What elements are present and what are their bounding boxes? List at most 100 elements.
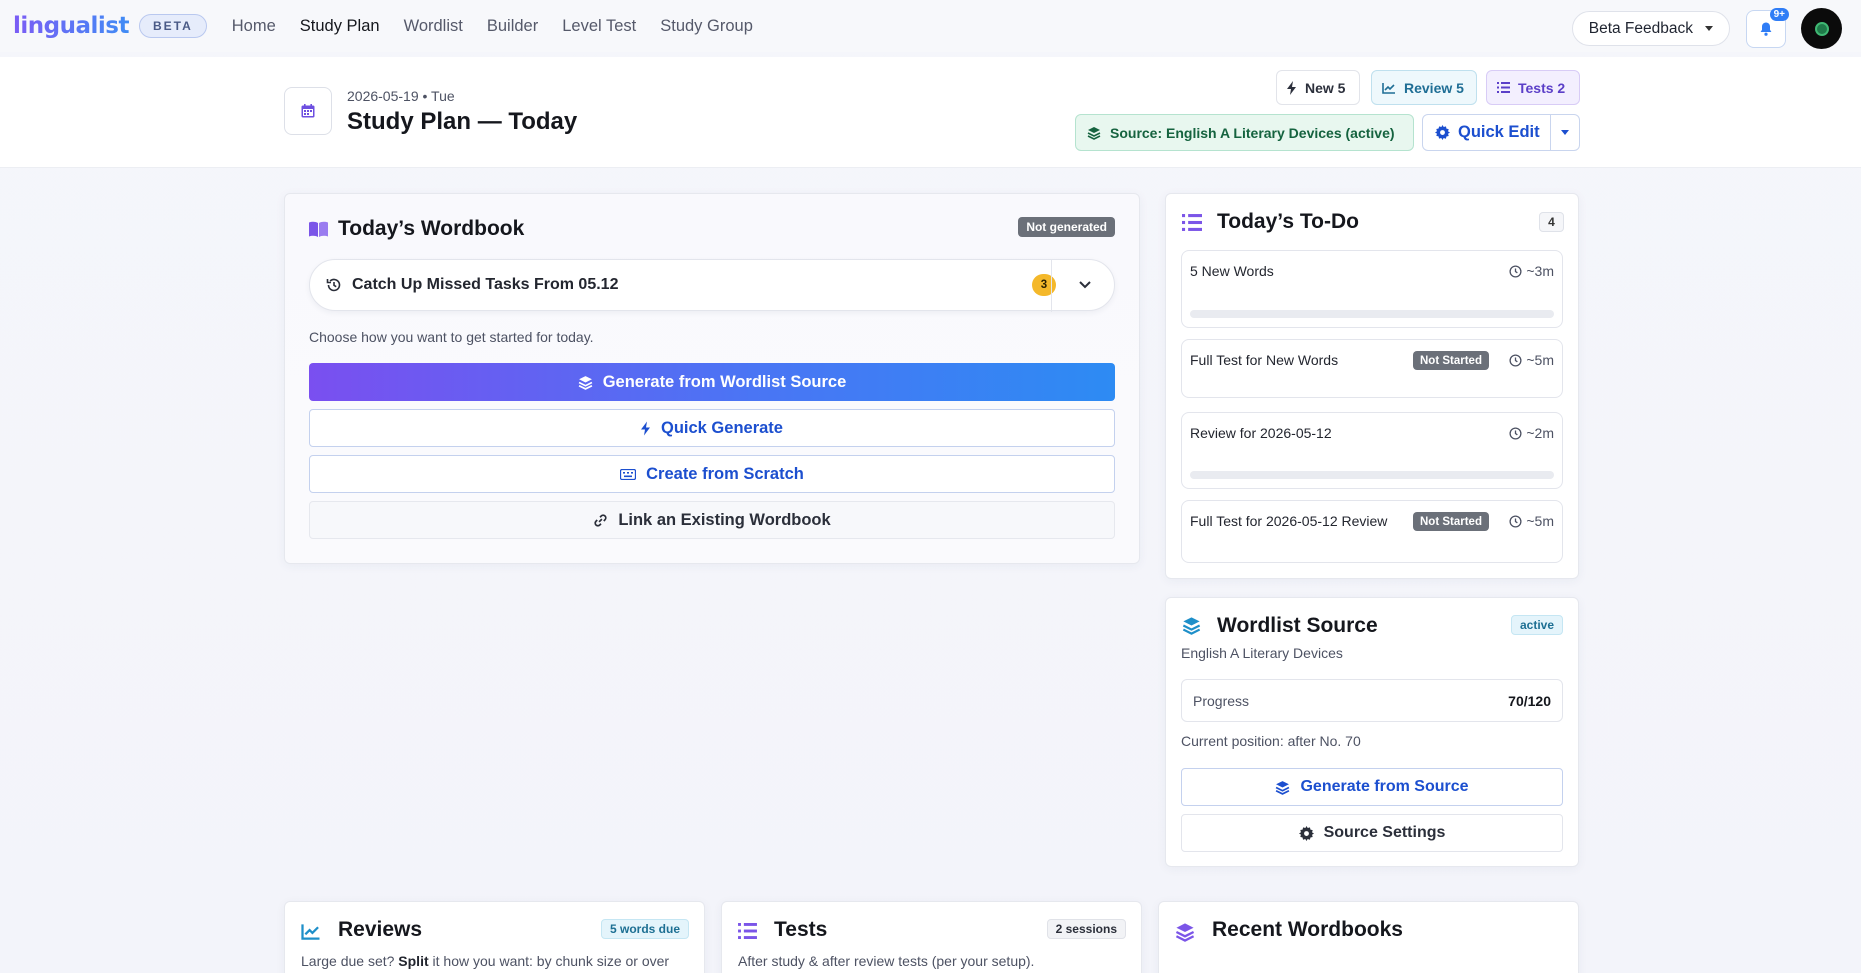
new-words-chip-label: New 5 <box>1305 79 1346 96</box>
book-open-icon <box>309 221 328 237</box>
quick-edit-split-button: Quick Edit <box>1422 114 1580 151</box>
todo-item-time-value: ~3m <box>1526 263 1554 279</box>
gear-icon <box>1298 825 1314 841</box>
tests-chip[interactable]: Tests 2 <box>1486 70 1580 105</box>
generate-from-wordlist-source-label: Generate from Wordlist Source <box>602 372 847 391</box>
todo-count-badge: 4 <box>1539 212 1564 232</box>
todo-item-label: Full Test for New Words <box>1190 352 1339 368</box>
clock-icon <box>1509 264 1522 278</box>
main-nav: Home Study Plan Wordlist Builder Level T… <box>232 17 777 36</box>
todo-item-label: Full Test for 2026-05-12 Review <box>1190 513 1388 529</box>
tests-chip-label: Tests 2 <box>1518 79 1566 96</box>
beta-badge: BETA <box>138 14 207 38</box>
reviews-subtitle-suffix: it how you want: by chunk size or over <box>428 953 670 969</box>
user-avatar[interactable] <box>1801 8 1842 49</box>
todo-item-time: ~5m <box>1509 513 1554 529</box>
reviews-title: Reviews <box>338 918 423 941</box>
todo-item-progress-bar <box>1190 471 1554 479</box>
todo-item-time-value: ~5m <box>1526 352 1554 368</box>
layers-icon <box>1087 126 1101 140</box>
todo-item-review[interactable]: Review for 2026-05-12 ~2m <box>1181 412 1563 489</box>
wordbook-status-badge: Not generated <box>1018 217 1115 237</box>
nav-wordlist[interactable]: Wordlist <box>404 17 463 36</box>
todo-item-time: ~5m <box>1509 352 1554 368</box>
source-status-badge: active <box>1510 615 1563 635</box>
nav-study-group[interactable]: Study Group <box>660 17 753 36</box>
todays-todo-card: Today’s To-Do 4 5 New Words ~3m Full Tes… <box>1165 193 1579 579</box>
todo-item-label: 5 New Words <box>1190 263 1274 279</box>
progress-value: 70/120 <box>1508 693 1551 709</box>
generate-from-source-button[interactable]: Generate from Source <box>1181 768 1563 806</box>
reviews-card: Reviews 5 words due Large due set? Split… <box>284 901 705 973</box>
current-date: 2026-05-19 • Tue <box>347 88 455 104</box>
new-words-chip[interactable]: New 5 <box>1276 70 1360 105</box>
reviews-subtitle-prefix: Large due set? <box>301 953 399 969</box>
quick-edit-label: Quick Edit <box>1458 123 1540 141</box>
keyboard-icon <box>620 468 637 480</box>
calendar-icon <box>301 104 315 118</box>
generate-from-wordlist-source-button[interactable]: Generate from Wordlist Source <box>309 363 1115 401</box>
list-icon <box>738 923 757 939</box>
todays-wordbook-card: Today’s Wordbook Not generated Catch Up … <box>284 193 1140 564</box>
todo-item-progress-bar <box>1190 310 1554 318</box>
missed-tasks-count: 3 <box>1032 274 1056 296</box>
todo-item-time-value: ~2m <box>1526 425 1554 441</box>
chevron-down-icon[interactable] <box>1078 277 1092 291</box>
todo-item-time: ~3m <box>1509 263 1554 279</box>
list-icon <box>1497 82 1510 93</box>
generate-from-source-label: Generate from Source <box>1300 778 1469 795</box>
tests-title: Tests <box>774 918 828 941</box>
nav-level-test[interactable]: Level Test <box>562 17 636 36</box>
review-chip[interactable]: Review 5 <box>1371 70 1477 105</box>
calendar-icon-box <box>284 87 332 135</box>
top-navbar: lingualist BETA Home Study Plan Wordlist… <box>0 0 1861 52</box>
nav-study-plan[interactable]: Study Plan <box>300 17 380 36</box>
source-progress-box: Progress 70/120 <box>1181 679 1563 722</box>
review-chip-label: Review 5 <box>1404 79 1464 96</box>
todo-item-new-words[interactable]: 5 New Words ~3m <box>1181 250 1563 328</box>
recent-wordbooks-title: Recent Wordbooks <box>1212 918 1403 941</box>
notifications-button[interactable]: 9+ <box>1746 7 1789 48</box>
wordbook-title: Today’s Wordbook <box>338 217 525 240</box>
catch-up-label: Catch Up Missed Tasks From 05.12 <box>352 276 619 293</box>
page-title: Study Plan — Today <box>347 108 578 135</box>
link-existing-wordbook-button[interactable]: Link an Existing Wordbook <box>309 501 1115 539</box>
quick-edit-dropdown-toggle[interactable] <box>1551 115 1579 150</box>
tests-card: Tests 2 sessions After study & after rev… <box>721 901 1142 973</box>
lightning-icon <box>641 421 650 435</box>
history-icon <box>326 278 341 292</box>
app-logo[interactable]: lingualist <box>13 13 129 39</box>
todo-item-status-badge: Not Started <box>1413 351 1489 370</box>
recent-wordbooks-card: Recent Wordbooks <box>1158 901 1579 973</box>
quick-generate-label: Quick Generate <box>661 418 783 437</box>
nav-home[interactable]: Home <box>232 17 276 36</box>
layers-icon <box>1276 780 1290 795</box>
beta-feedback-button[interactable]: Beta Feedback <box>1571 11 1730 46</box>
reviews-due-badge: 5 words due <box>600 919 689 939</box>
link-existing-wordbook-label: Link an Existing Wordbook <box>618 510 831 529</box>
todo-title: Today’s To-Do <box>1217 210 1359 233</box>
layers-icon <box>1182 617 1201 635</box>
todo-item-label: Review for 2026-05-12 <box>1190 425 1332 441</box>
quick-generate-button[interactable]: Quick Generate <box>309 409 1115 447</box>
clock-icon <box>1509 514 1522 528</box>
todo-item-time-value: ~5m <box>1526 513 1554 529</box>
create-from-scratch-button[interactable]: Create from Scratch <box>309 455 1115 493</box>
avatar-image <box>1814 21 1829 36</box>
active-source-badge[interactable]: Source: English A Literary Devices (acti… <box>1075 114 1414 151</box>
tests-sessions-badge: 2 sessions <box>1046 919 1126 939</box>
source-settings-label: Source Settings <box>1323 824 1446 841</box>
nav-builder[interactable]: Builder <box>487 17 538 36</box>
todo-item-status-badge: Not Started <box>1413 512 1489 531</box>
notification-count-badge: 9+ <box>1769 7 1789 21</box>
source-name: English A Literary Devices <box>1181 645 1343 661</box>
nav-right-group: Beta Feedback 9+ <box>1571 7 1842 49</box>
todo-item-full-test-review[interactable]: Full Test for 2026-05-12 Review Not Star… <box>1181 500 1563 563</box>
lightning-icon <box>1287 80 1296 95</box>
source-settings-button[interactable]: Source Settings <box>1181 814 1563 852</box>
quick-edit-button[interactable]: Quick Edit <box>1423 115 1551 150</box>
active-source-label: Source: English A Literary Devices (acti… <box>1110 124 1395 141</box>
todo-item-full-test-new-words[interactable]: Full Test for New Words Not Started ~5m <box>1181 339 1563 398</box>
layers-icon <box>578 375 593 390</box>
catch-up-accordion[interactable]: Catch Up Missed Tasks From 05.12 3 <box>309 259 1115 312</box>
